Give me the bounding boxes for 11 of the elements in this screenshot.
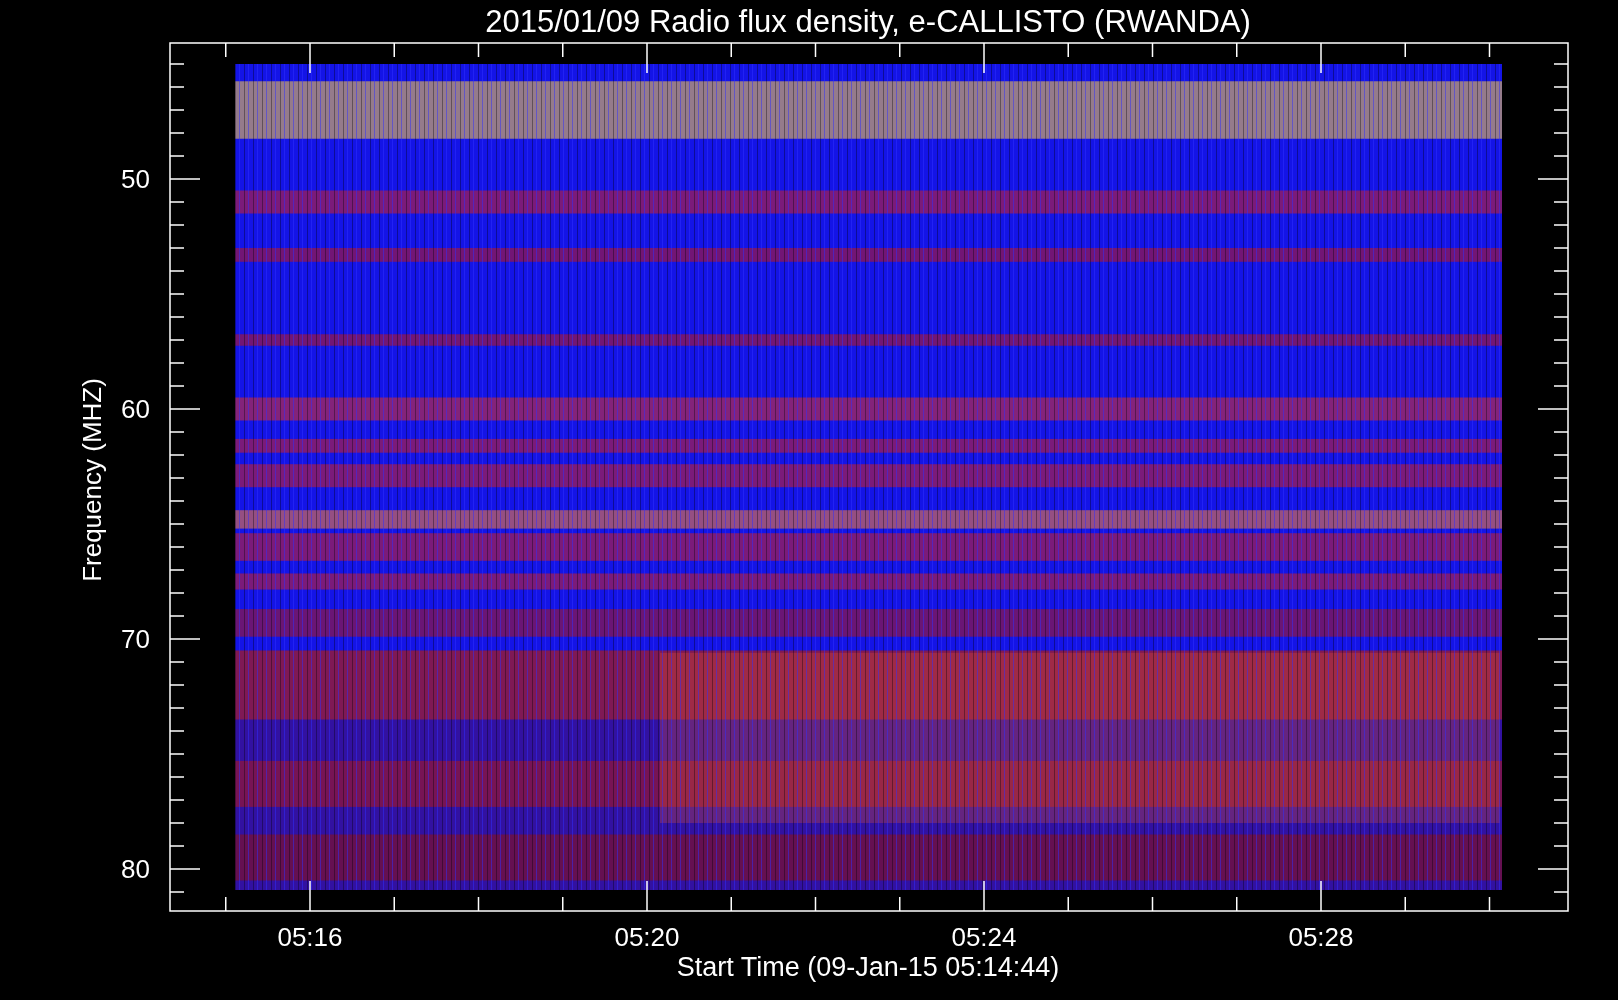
y-axis-label: Frequency (MHZ): [77, 378, 107, 582]
x-tick-label: 05:28: [1288, 922, 1354, 952]
x-tick-label: 05:16: [277, 922, 343, 952]
chart-title: 2015/01/09 Radio flux density, e-CALLISTO (RWANDA): [485, 4, 1251, 39]
y-tick-label: 50: [121, 164, 150, 194]
y-tick-label: 60: [121, 394, 150, 424]
x-tick-label: 05:24: [951, 922, 1017, 952]
y-tick-label: 80: [121, 854, 150, 884]
y-tick-label: 70: [121, 624, 150, 654]
x-tick-label: 05:20: [614, 922, 680, 952]
x-axis-label: Start Time (09-Jan-15 05:14:44): [676, 952, 1060, 982]
